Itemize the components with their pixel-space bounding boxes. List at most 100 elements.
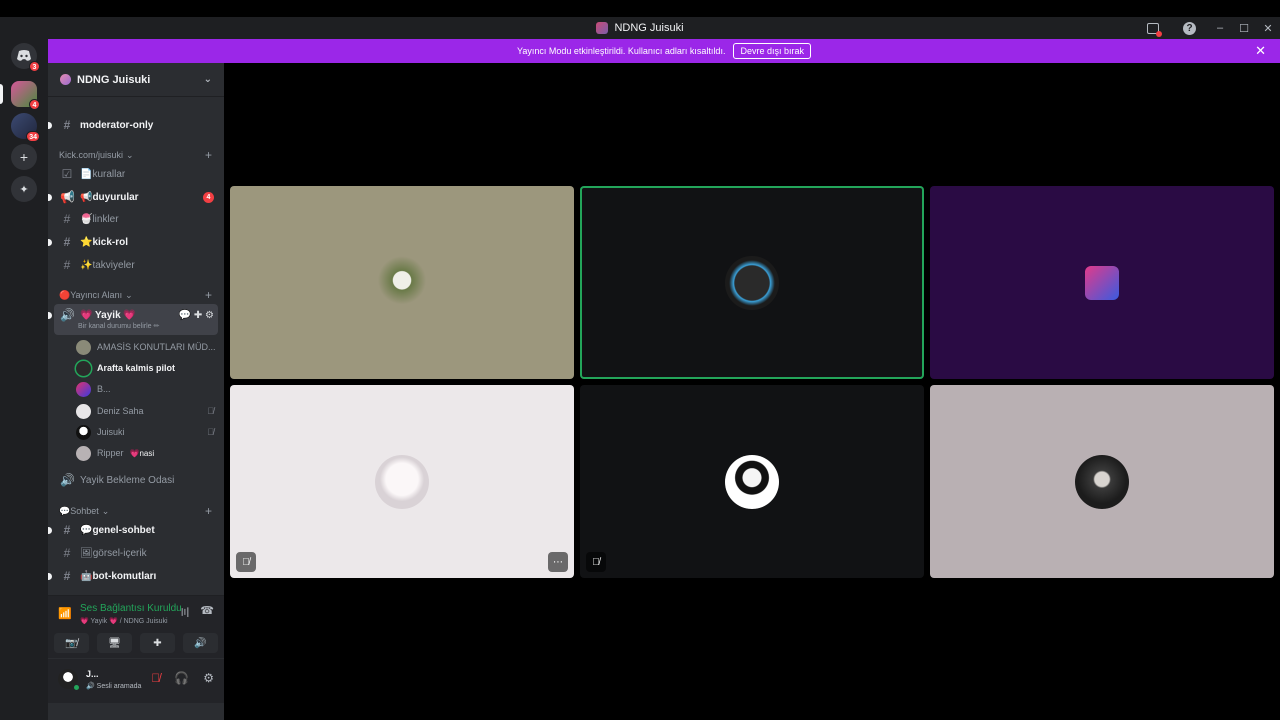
gear-icon[interactable]: ⚙	[203, 671, 214, 685]
participant-tile[interactable]	[230, 186, 574, 379]
online-status	[73, 684, 80, 691]
category-chat[interactable]: 💬Sohbet ⌄ +	[48, 503, 224, 519]
mic-off-icon: 🎙̸	[586, 552, 606, 572]
streamer-mode-banner: Yayıncı Modu etkinleştirildi. Kullanıcı …	[48, 39, 1280, 63]
channel-bot-komutlari[interactable]: # 🤖bot-komutları	[48, 566, 224, 586]
channel-gorsel-icerik[interactable]: # 🖼görsel-içerik	[48, 543, 224, 563]
user-status: 🔊 Sesli aramada	[86, 683, 142, 690]
disable-streamer-mode-button[interactable]: Devre dışı bırak	[733, 43, 811, 59]
discover-button[interactable]: ✦	[11, 176, 37, 202]
avatar	[76, 381, 91, 397]
add-channel-icon[interactable]: +	[205, 504, 212, 518]
close-button[interactable]: ✕	[1256, 22, 1280, 35]
voice-user-name: B...	[97, 384, 111, 394]
channel-sidebar: NDNG Juisuki ⌄ # moderator-only Kick.com…	[48, 63, 224, 720]
voice-user[interactable]: AMASİS KONUTLARI MÜD...	[76, 337, 222, 357]
server-header[interactable]: NDNG Juisuki ⌄	[48, 63, 224, 97]
voice-user[interactable]: Ripper 💗nasi	[76, 443, 222, 463]
video-grid: 🎙̸ ⋯ 🎙̸	[224, 63, 1280, 720]
category-voice[interactable]: 🔴Yayıncı Alanı ⌄ +	[48, 287, 224, 303]
category-kick[interactable]: Kick.com/juisuki ⌄ +	[48, 147, 224, 163]
chevron-down-icon: ⌄	[125, 289, 133, 300]
avatar	[76, 403, 91, 419]
server-2[interactable]: 34	[11, 113, 40, 142]
banner-close-icon[interactable]: ✕	[1255, 43, 1266, 59]
add-channel-icon[interactable]: +	[205, 148, 212, 162]
minimize-button[interactable]: –	[1208, 22, 1232, 34]
username[interactable]: J...	[86, 669, 99, 679]
avatar[interactable]	[58, 669, 80, 691]
voice-user[interactable]: B...	[76, 379, 222, 399]
voice-status[interactable]: Ses Bağlantısı Kuruldu	[80, 603, 182, 614]
voice-location[interactable]: 💗 Yayik 💗 / NDNG Juisuki	[80, 617, 168, 625]
hash-icon: #	[63, 523, 71, 537]
plus-icon: +	[19, 149, 29, 165]
inbox-icon[interactable]	[1147, 22, 1162, 37]
user-panel: J... 🔊 Sesli aramada 🎙̸ 🎧 ⚙	[48, 659, 224, 703]
avatar	[1085, 265, 1119, 300]
announcement-icon: 📢	[60, 190, 75, 204]
mic-off-icon[interactable]: 🎙̸	[151, 671, 160, 685]
unread-indicator	[48, 311, 52, 319]
avatar	[76, 339, 91, 355]
home-button[interactable]: 3	[11, 43, 40, 72]
channel-takviyeler[interactable]: # ✨takviyeler	[48, 255, 224, 275]
voice-user-name: Arafta kalmis pilot	[97, 363, 176, 373]
help-icon[interactable]: ?	[1183, 21, 1196, 35]
maximize-button[interactable]: ☐	[1232, 22, 1256, 35]
unread-indicator	[48, 572, 52, 580]
channel-moderator-only[interactable]: # moderator-only	[48, 115, 224, 135]
soundboard-button[interactable]: 🔊	[183, 633, 218, 653]
chevron-down-icon: ⌄	[101, 505, 110, 516]
voice-user-name: Deniz Saha	[97, 406, 144, 416]
voice-user[interactable]: Deniz Saha 🎙̸	[76, 401, 222, 421]
participant-tile[interactable]: 🎙̸	[580, 385, 924, 578]
participant-tile-speaking[interactable]	[580, 186, 924, 379]
channel-label: 📄kurallar	[80, 168, 126, 180]
voice-channel-status[interactable]: Bir kanal durumu belirle ✏	[48, 319, 224, 333]
server-ndng[interactable]: 4	[11, 81, 40, 110]
voice-panel-icons: 〣 ☎	[179, 604, 214, 620]
compass-icon: ✦	[19, 183, 29, 196]
voice-status-label: Bir kanal durumu belirle ✏	[78, 323, 160, 330]
screen-share-button[interactable]: 🖥	[97, 633, 132, 653]
participant-tile[interactable]	[930, 186, 1274, 379]
more-options-button[interactable]: ⋯	[548, 552, 568, 572]
server-name: NDNG Juisuki	[77, 73, 151, 86]
hash-icon: #	[63, 569, 71, 583]
avatar	[76, 424, 91, 440]
voice-user-speaking[interactable]: Arafta kalmis pilot	[76, 358, 222, 378]
voice-user[interactable]: Juisuki 🎙̸	[76, 422, 222, 442]
noise-suppression-icon[interactable]: 〣	[179, 604, 190, 620]
server-avatar	[60, 74, 71, 85]
participant-tile[interactable]: 🎙̸ ⋯	[230, 385, 574, 578]
mic-off-icon: 🎙̸	[207, 406, 214, 416]
channel-linkler[interactable]: # 🍧linkler	[48, 209, 224, 229]
headphones-icon[interactable]: 🎧	[174, 671, 189, 685]
camera-off-button[interactable]: 📷̸	[54, 633, 89, 653]
add-channel-icon[interactable]: +	[205, 288, 212, 302]
voice-panel-buttons: 📷̸ 🖥 ✚ 🔊	[54, 633, 218, 653]
channel-kick-rol[interactable]: # ⭐kick-rol	[48, 232, 224, 252]
participant-tile[interactable]	[930, 385, 1274, 578]
hash-icon: #	[63, 212, 71, 226]
user-tag: 💗nasi	[129, 448, 155, 458]
voice-channel-label: Yayik Bekleme Odasi	[80, 474, 175, 486]
activities-button[interactable]: ✚	[140, 633, 175, 653]
unread-indicator	[48, 121, 52, 129]
unread-indicator	[48, 238, 52, 246]
signal-icon: 📶	[58, 608, 72, 620]
channel-label: 📢duyurular	[80, 191, 139, 203]
channel-duyurular[interactable]: 📢 📢duyurular 4	[48, 187, 224, 207]
channel-kurallar[interactable]: ☑ 📄kurallar	[48, 164, 224, 184]
voice-channel-waiting-room[interactable]: 🔊 Yayik Bekleme Odasi	[48, 470, 224, 490]
voice-user-name: Ripper	[97, 448, 124, 458]
chevron-down-icon: ⌄	[126, 149, 134, 160]
add-server-button[interactable]: +	[11, 144, 37, 170]
server-list: 3 4 34 + ✦	[0, 39, 48, 720]
speaker-icon: 🔊	[60, 473, 75, 487]
voice-user-name: Juisuki	[97, 427, 125, 437]
disconnect-icon[interactable]: ☎	[200, 604, 214, 620]
channel-genel-sohbet[interactable]: # 💬genel-sohbet	[48, 520, 224, 540]
title-bar: NDNG Juisuki ? – ☐ ✕	[0, 17, 1280, 39]
